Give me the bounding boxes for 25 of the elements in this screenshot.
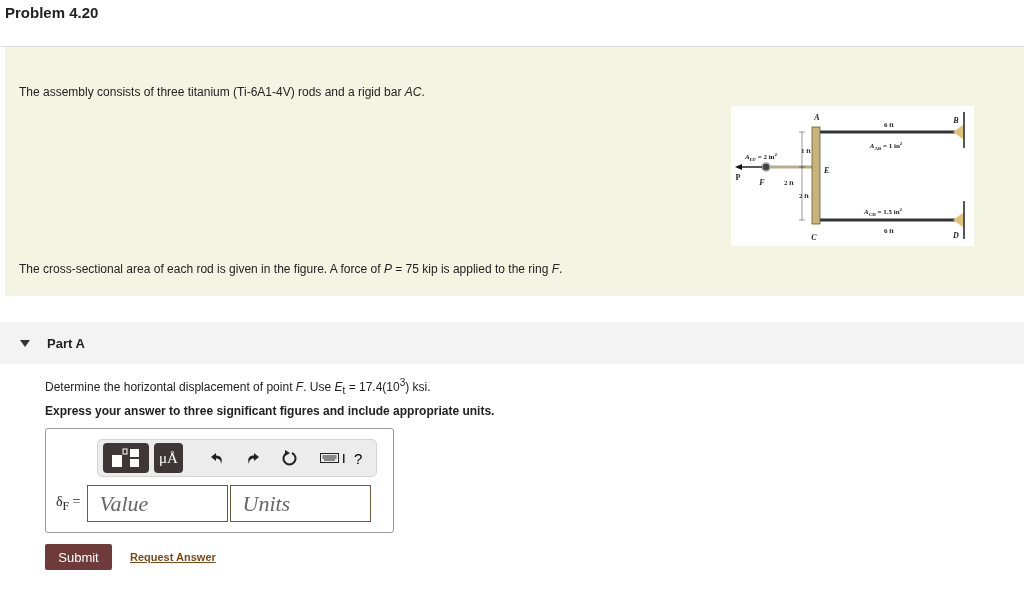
keyboard-icon[interactable] <box>319 452 346 465</box>
reset-icon[interactable] <box>281 450 298 467</box>
figure-label: C <box>811 233 817 242</box>
submit-button[interactable]: Submit <box>45 544 112 571</box>
value-field[interactable]: Value <box>86 485 228 523</box>
templates-button[interactable] <box>103 443 149 474</box>
figure-label: F <box>759 178 765 187</box>
request-answer-link[interactable]: Request Answer <box>130 551 216 564</box>
instruction-text: Express your answer to three significant figures and include appropriate units. <box>45 404 496 419</box>
caret-icon[interactable] <box>20 339 30 347</box>
help-button[interactable]: ? <box>353 449 363 467</box>
figure-label: E <box>824 166 830 175</box>
question-text: Determine the horizontal displacement of point F. Use E$_{t}$ = 17.4(10$^{3}$) ksi. <box>45 377 432 397</box>
force-arrow <box>735 164 763 170</box>
intro-text: The assembly consists of three titanium (Ti-6A1-4V) rods and a rigid bar AC. <box>19 85 426 99</box>
figure-label: P <box>735 173 741 182</box>
figure-label: D <box>953 231 959 240</box>
templates-icon <box>111 448 141 469</box>
intro-text: The cross-sectional area of each rod is given in the figure. A force of P = 75 kip is applied to the ring F. <box>19 262 564 276</box>
figure-label: A <box>814 113 820 122</box>
figure-label: B <box>953 116 959 125</box>
part-label[interactable]: Part A <box>47 335 85 351</box>
units-field[interactable]: Units <box>229 485 371 523</box>
units-button[interactable]: μÅ <box>154 443 183 474</box>
answer-label: δ$_{F}$ = <box>56 494 81 514</box>
